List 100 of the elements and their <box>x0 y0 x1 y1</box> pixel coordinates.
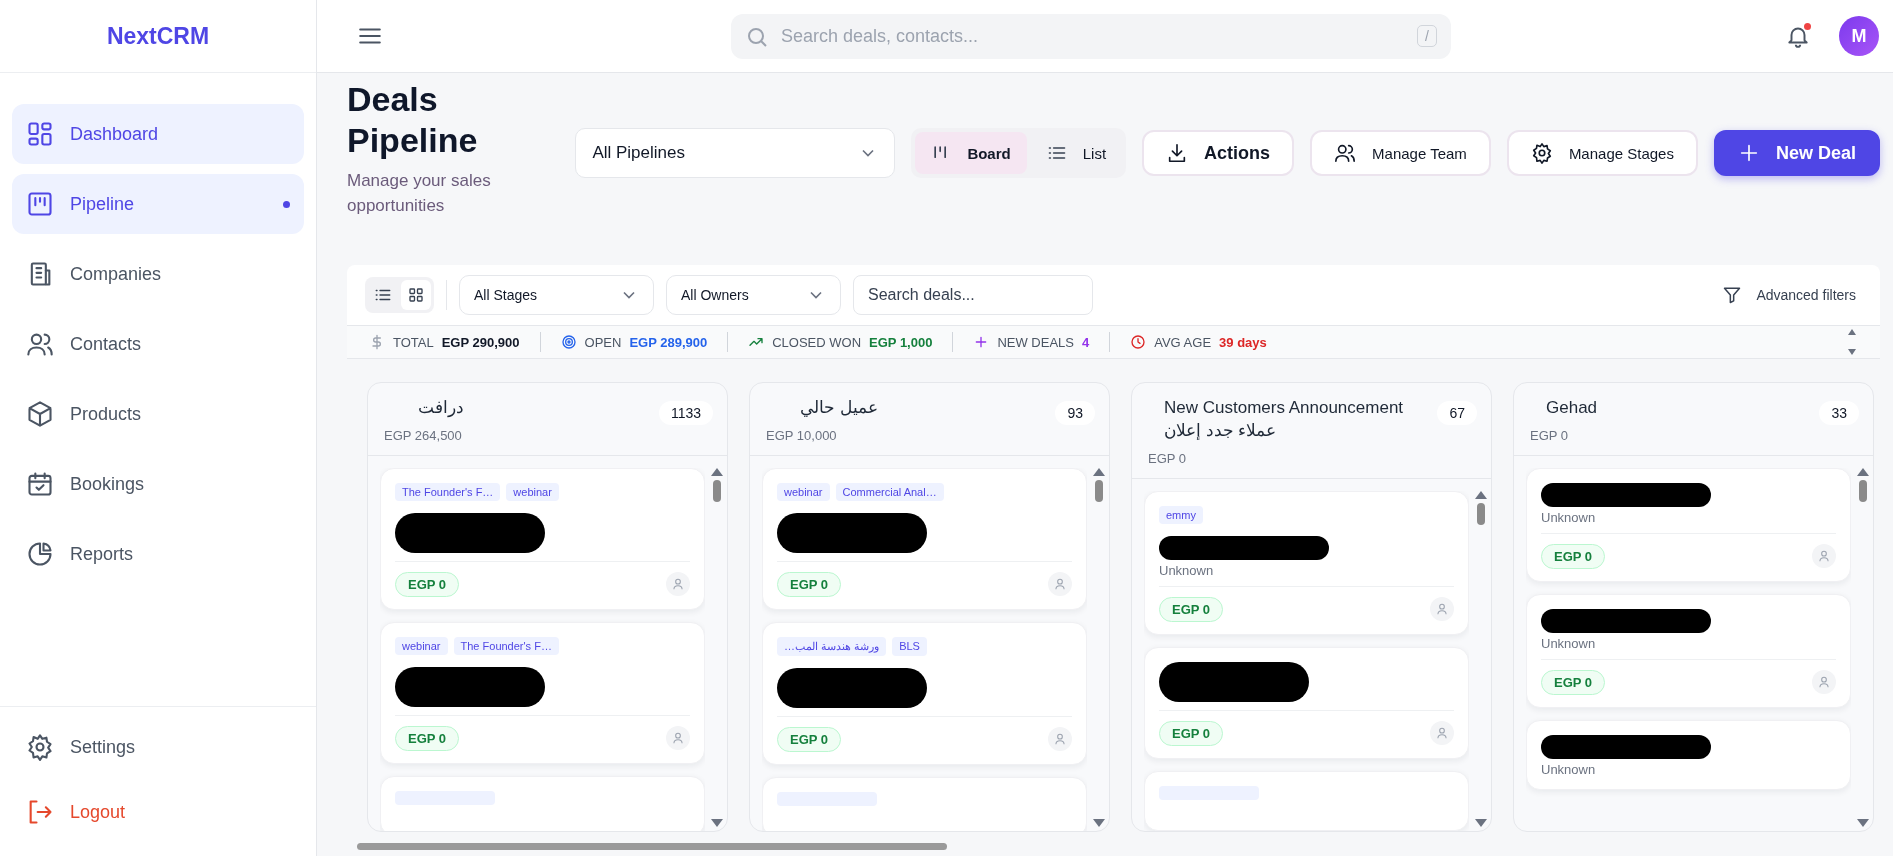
nav-item[interactable]: Contacts <box>12 314 304 374</box>
deal-card[interactable]: emmy Unknown EGP 0 <box>1144 490 1469 635</box>
stat-value: EGP 290,900 <box>441 334 520 350</box>
stat-value: 39 days <box>1219 334 1267 350</box>
deal-card[interactable]: The Founder's F… webinar EGP 0 <box>380 467 705 610</box>
target-icon <box>560 334 577 350</box>
scroll-down-icon[interactable] <box>1093 819 1105 827</box>
scroll-up-icon[interactable] <box>711 467 723 476</box>
grid-view-button[interactable] <box>401 280 431 310</box>
user-avatar[interactable]: M <box>1839 16 1879 56</box>
deal-count: 67 <box>1437 401 1477 425</box>
deal-amount: EGP 0 <box>395 725 460 751</box>
person-icon <box>1817 549 1831 564</box>
owner-dropdown[interactable]: All Owners <box>666 275 841 315</box>
deal-amount: EGP 0 <box>1159 720 1224 746</box>
person-icon <box>1817 675 1831 690</box>
pipeline-icon <box>26 190 54 218</box>
column-total: EGP 264,500 <box>384 427 463 443</box>
deal-amount: EGP 0 <box>395 571 460 597</box>
stat-value: EGP 1,000 <box>869 334 933 350</box>
nav-item[interactable]: Companies <box>12 244 304 304</box>
deal-card[interactable]: EGP 0 <box>1144 646 1469 759</box>
deal-count: 33 <box>1819 401 1859 425</box>
dashboard-icon <box>26 120 54 148</box>
person-icon <box>1435 726 1449 741</box>
deal-card[interactable]: Unknown EGP 0 <box>1526 467 1851 582</box>
scroll-arrows[interactable] <box>1846 327 1858 357</box>
deal-amount: EGP 0 <box>1541 669 1606 695</box>
deal-amount: EGP 0 <box>777 726 842 752</box>
scroll-up-icon[interactable] <box>1857 467 1869 476</box>
actions-button[interactable]: Actions <box>1142 130 1295 176</box>
column-title: New Customers Announcement عملاء جدد إعلان <box>1163 397 1405 442</box>
scroll-down-icon[interactable] <box>1857 819 1869 827</box>
column-title: عميل حالي <box>799 397 879 419</box>
deal-amount: EGP 0 <box>1541 543 1606 569</box>
tag: Commercial Anal… <box>835 482 944 501</box>
stat-label: CLOSED WON <box>772 334 862 350</box>
scrollbar-thumb[interactable] <box>1095 479 1103 502</box>
tag: webinar <box>506 482 559 501</box>
scrollbar-thumb[interactable] <box>713 479 721 502</box>
stat-label: OPEN <box>584 334 622 350</box>
new-deal-button[interactable]: New Deal <box>1713 130 1880 176</box>
products-icon <box>26 400 54 428</box>
contact-subtitle: Unknown <box>1541 761 1597 777</box>
stat-label: AVG AGE <box>1154 334 1212 350</box>
scroll-down-icon[interactable] <box>1475 819 1487 827</box>
stat-value: EGP 289,900 <box>629 334 708 350</box>
person-icon <box>671 731 685 746</box>
column-title: Gehad <box>1545 397 1599 419</box>
scroll-down-icon[interactable] <box>711 819 723 827</box>
contact-subtitle: Unknown <box>1541 509 1597 525</box>
filter-icon <box>1722 285 1743 305</box>
toolbar-button[interactable]: Manage Stages <box>1506 130 1698 176</box>
stat-label: TOTAL <box>393 334 434 350</box>
deal-count: 1133 <box>658 401 713 425</box>
users-icon <box>1334 142 1357 164</box>
toolbar-button[interactable]: Manage Team <box>1310 130 1491 176</box>
column-total: EGP 0 <box>1530 427 1570 443</box>
scrollbar-thumb[interactable] <box>1477 502 1485 525</box>
person-icon <box>1053 577 1067 592</box>
person-icon <box>1053 732 1067 747</box>
stat-label: NEW DEALS <box>997 334 1074 350</box>
scroll-up-icon[interactable] <box>1475 490 1487 499</box>
settings-icon <box>26 733 54 761</box>
nav-item[interactable]: Reports <box>12 524 304 584</box>
tag: webinar <box>777 482 830 501</box>
deal-card[interactable]: Unknown <box>1526 719 1851 790</box>
search-field[interactable]: Search deals... <box>853 275 1093 315</box>
advanced-filters-button[interactable]: Advanced filters <box>1716 284 1862 306</box>
deal-card[interactable]: webinar The Founder's F… EGP 0 <box>380 621 705 764</box>
deal-count: 93 <box>1055 401 1095 425</box>
scroll-up-icon[interactable] <box>1093 467 1105 476</box>
tag: webinar <box>395 636 448 655</box>
nav-item[interactable]: Products <box>12 384 304 444</box>
nav-item[interactable]: Pipeline <box>12 174 304 234</box>
clock-icon <box>1130 334 1147 350</box>
stage-dropdown[interactable]: All Stages <box>459 275 654 315</box>
contact-subtitle: Unknown <box>1541 635 1597 651</box>
nav-item[interactable]: Bookings <box>12 454 304 514</box>
pipeline-dropdown[interactable]: All Pipelines <box>575 128 896 178</box>
view-tab[interactable]: Board <box>915 132 1027 174</box>
bookings-icon <box>26 470 54 498</box>
app-logo[interactable]: NextCRM <box>106 22 210 50</box>
tag: emmy <box>1159 505 1203 524</box>
deal-card[interactable]: Unknown EGP 0 <box>1526 593 1851 708</box>
reports-icon <box>26 540 54 568</box>
grid-icon <box>407 286 425 304</box>
deal-amount: EGP 0 <box>777 571 842 597</box>
person-icon <box>1435 602 1449 617</box>
tag: The Founder's F… <box>453 636 559 655</box>
column-total: EGP 0 <box>1148 450 1188 466</box>
deal-card[interactable]: webinar Commercial Anal… EGP 0 <box>762 467 1087 610</box>
scrollbar-thumb[interactable] <box>1859 479 1867 502</box>
column-total: EGP 10,000 <box>766 427 838 443</box>
nav-item[interactable]: Dashboard <box>12 104 304 164</box>
page-title: Deals Pipeline <box>347 79 479 162</box>
view-tab[interactable]: List <box>1030 132 1123 174</box>
nav-item[interactable]: Settings <box>12 717 304 777</box>
deal-amount: EGP 0 <box>1159 596 1224 622</box>
nav-item[interactable]: Logout <box>12 782 304 842</box>
